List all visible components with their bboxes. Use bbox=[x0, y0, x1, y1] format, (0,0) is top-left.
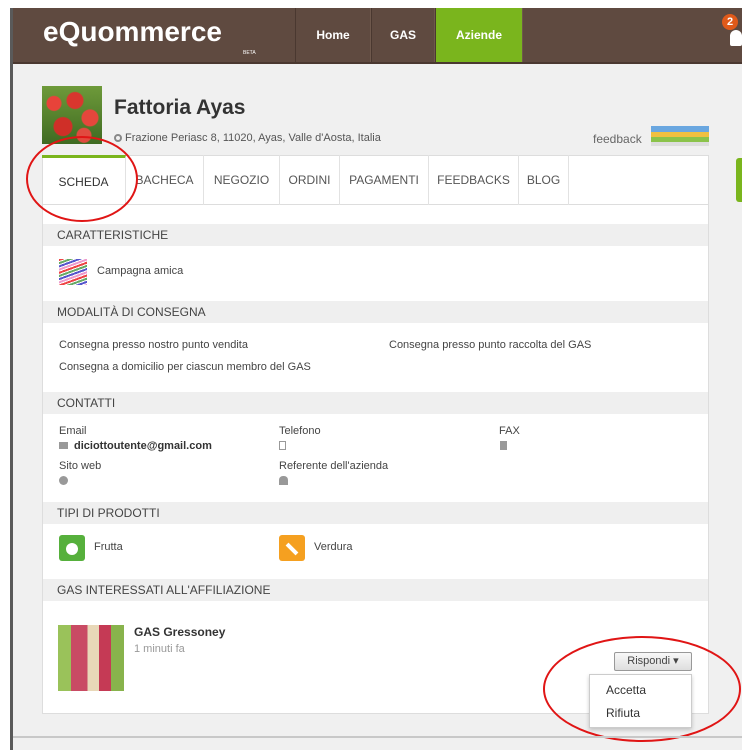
section-gas-interessati: GAS INTERESSATI ALL'AFFILIAZIONE bbox=[43, 579, 708, 601]
website-label: Sito web bbox=[59, 460, 102, 472]
globe-icon bbox=[59, 476, 68, 485]
phone-label: Telefono bbox=[279, 425, 321, 437]
company-photo bbox=[42, 86, 102, 144]
section-caratteristiche: CARATTERISTICHE bbox=[43, 224, 708, 246]
beta-badge: BETA bbox=[243, 50, 256, 56]
feedback-label: feedback bbox=[593, 132, 642, 146]
referente-label: Referente dell'azienda bbox=[279, 460, 389, 472]
consegna-item: Consegna presso nostro punto vendita bbox=[59, 339, 248, 351]
map-pin-icon bbox=[114, 134, 122, 142]
campagna-amica-label: Campagna amica bbox=[97, 265, 184, 277]
phone-icon bbox=[279, 441, 286, 450]
tab-feedbacks[interactable]: FEEDBACKS bbox=[429, 155, 519, 205]
side-tab[interactable] bbox=[736, 158, 742, 202]
apple-icon bbox=[59, 535, 85, 561]
main-nav: Home GAS Aziende bbox=[295, 8, 523, 62]
email-value[interactable]: diciottoutente@gmail.com bbox=[74, 440, 212, 452]
product-type-frutta: Frutta bbox=[94, 541, 123, 553]
tab-ordini[interactable]: ORDINI bbox=[280, 155, 340, 205]
notification-badge[interactable]: 2 bbox=[722, 14, 738, 30]
company-address: Frazione Periasc 8, 11020, Ayas, Valle d… bbox=[114, 132, 381, 144]
gas-photo bbox=[58, 625, 124, 691]
tab-pagamenti[interactable]: PAGAMENTI bbox=[340, 155, 429, 205]
annotation-circle-rispondi bbox=[543, 636, 741, 742]
top-navbar: eQuommerce BETA Home GAS Aziende bbox=[13, 8, 742, 64]
user-icon bbox=[279, 476, 288, 485]
carrot-icon bbox=[279, 535, 305, 561]
bell-icon[interactable] bbox=[730, 30, 742, 46]
feedback-rating-bar[interactable] bbox=[651, 126, 709, 146]
annotation-circle-tab bbox=[26, 136, 138, 222]
fax-label: FAX bbox=[499, 425, 520, 437]
document-icon bbox=[500, 441, 507, 450]
envelope-icon bbox=[59, 442, 68, 449]
campagna-amica-icon bbox=[59, 259, 87, 285]
nav-aziende[interactable]: Aziende bbox=[435, 8, 523, 62]
section-contatti: CONTATTI bbox=[43, 392, 708, 414]
gas-name[interactable]: GAS Gressoney bbox=[134, 625, 225, 639]
nav-home[interactable]: Home bbox=[295, 8, 371, 62]
consegna-item: Consegna a domicilio per ciascun membro … bbox=[59, 361, 311, 373]
section-consegna: MODALITÀ DI CONSEGNA bbox=[43, 301, 708, 323]
consegna-item: Consegna presso punto raccolta del GAS bbox=[389, 339, 592, 351]
email-label: Email bbox=[59, 425, 87, 437]
section-prodotti: TIPI DI PRODOTTI bbox=[43, 502, 708, 524]
app-logo[interactable]: eQuommerce BETA bbox=[43, 16, 256, 56]
nav-gas[interactable]: GAS bbox=[371, 8, 435, 62]
company-name: Fattoria Ayas bbox=[114, 96, 246, 119]
company-tabs: SCHEDA BACHECA NEGOZIO ORDINI PAGAMENTI … bbox=[42, 155, 709, 205]
bottom-divider bbox=[13, 736, 742, 738]
product-type-verdura: Verdura bbox=[314, 541, 353, 553]
tab-negozio[interactable]: NEGOZIO bbox=[204, 155, 280, 205]
gas-time: 1 minuti fa bbox=[134, 643, 185, 655]
tab-blog[interactable]: BLOG bbox=[519, 155, 569, 205]
